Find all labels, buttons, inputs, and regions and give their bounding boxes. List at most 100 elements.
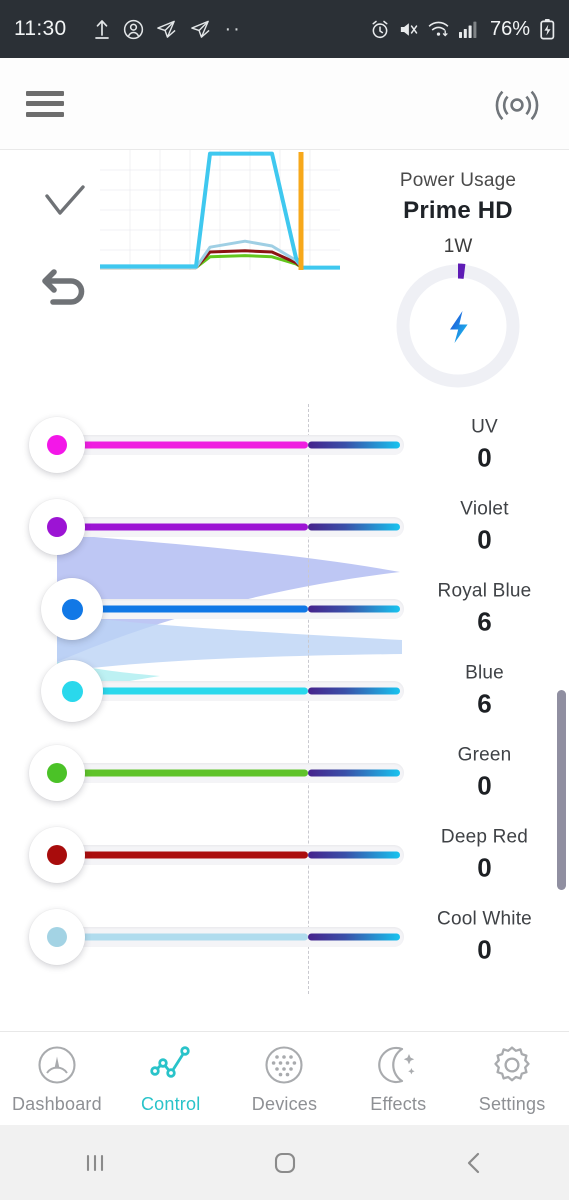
channel-row: UV 0 (0, 404, 569, 486)
home-icon (274, 1152, 295, 1173)
channel-row: Royal Blue 6 (0, 568, 569, 650)
status-bar-left: 11:30 ·· (14, 17, 370, 41)
slider-track-fill (72, 933, 308, 941)
channel-name: Cool White (437, 908, 532, 930)
channel-label-group: Blue 6 (400, 663, 569, 720)
recents-button[interactable] (0, 1148, 190, 1178)
channel-row: Blue 6 (0, 650, 569, 732)
gauge-icon (38, 1045, 76, 1084)
channel-row: Cool White 0 (0, 896, 569, 978)
plane-icon (156, 20, 176, 38)
android-navigation-bar (0, 1125, 569, 1200)
slider-track-schedule-gradient (308, 933, 400, 941)
nav-item-dashboard[interactable]: Dashboard (0, 1043, 114, 1115)
channel-label-group: Royal Blue 6 (400, 581, 569, 638)
gear-icon (494, 1045, 530, 1081)
nav-item-devices[interactable]: Devices (228, 1043, 342, 1115)
devices-dots-icon (265, 1045, 304, 1084)
slider-knob[interactable] (29, 827, 85, 883)
slider-track-fill (87, 687, 308, 695)
channel-value: 0 (477, 934, 492, 965)
slider-track-schedule-gradient (308, 687, 400, 695)
gauge-watt-label: 1W (443, 236, 473, 257)
lightning-bolt-icon (450, 311, 468, 343)
nav-item-settings[interactable]: Settings (455, 1043, 569, 1115)
channel-label-group: Cool White 0 (400, 909, 569, 966)
channel-row: Green 0 (0, 732, 569, 814)
back-icon (468, 1152, 480, 1173)
channel-name: UV (471, 416, 498, 438)
undo-button[interactable] (36, 256, 94, 318)
nav-item-control[interactable]: Control (114, 1043, 228, 1115)
gauge-title: Power Usage (399, 170, 517, 191)
channel-name: Royal Blue (437, 580, 532, 602)
slider-track-schedule-gradient (308, 605, 400, 613)
channel-value: 0 (477, 770, 492, 801)
channel-label-group: UV 0 (400, 417, 569, 474)
schedule-chart[interactable] (100, 150, 340, 270)
line-chart-icon (149, 1045, 190, 1078)
channel-name: Violet (460, 498, 509, 520)
slider-knob[interactable] (29, 745, 85, 801)
channel-row: Violet 0 (0, 486, 569, 568)
slider-knob[interactable] (41, 578, 103, 640)
battery-percent-label: 76% (489, 17, 530, 40)
app-header (0, 58, 569, 150)
channel-sliders: UV 0 Violet 0 Royal Blue 6 Blue 6 Green 0 Deep Red… (0, 404, 569, 1004)
top-section: Power Usage Prime HD 1W (0, 150, 569, 400)
status-bar-clock: 11:30 (14, 17, 67, 40)
slider-knob-dot (47, 435, 67, 455)
slider-knob[interactable] (29, 499, 85, 555)
slider-knob-dot (47, 517, 67, 537)
slider-track-fill (72, 441, 308, 449)
alarm-icon (372, 20, 388, 38)
channel-value: 0 (477, 524, 492, 555)
nav-label-control: Control (140, 1093, 201, 1114)
check-icon (45, 185, 85, 215)
slider-track-schedule-gradient (308, 851, 400, 859)
gauge-ring (395, 263, 521, 389)
channel-label-group: Green 0 (400, 745, 569, 802)
back-button[interactable] (379, 1148, 569, 1178)
vertical-scrollbar[interactable] (557, 690, 566, 890)
confirm-button[interactable] (36, 172, 94, 234)
channel-label-group: Deep Red 0 (400, 827, 569, 884)
slider-knob-dot (47, 763, 67, 783)
chart-actions (36, 172, 96, 318)
slider-knob[interactable] (41, 660, 103, 722)
hamburger-menu-icon[interactable] (26, 90, 64, 117)
bottom-navigation: Dashboard Control Devices Effects Settin… (0, 1031, 569, 1125)
slider-knob-dot (61, 598, 83, 620)
nav-label-dashboard: Dashboard (11, 1093, 102, 1114)
slider-track-fill (72, 769, 308, 777)
system-status-bar: 11:30 ·· 76% (0, 0, 569, 58)
plane-icon (190, 20, 210, 38)
slider-track-fill (72, 523, 308, 531)
moon-stars-icon (378, 1046, 415, 1083)
nav-item-effects[interactable]: Effects (341, 1043, 455, 1115)
slider-track-schedule-gradient (308, 441, 400, 449)
mute-vibrate-icon (400, 22, 418, 36)
nav-label-effects: Effects (370, 1093, 427, 1114)
slider-track-schedule-gradient (308, 769, 400, 777)
main-content: Power Usage Prime HD 1W UV 0 Violet 0 Ro… (0, 150, 569, 1031)
nav-label-settings: Settings (478, 1093, 546, 1114)
home-button[interactable] (190, 1147, 380, 1179)
cellular-signal-icon (458, 21, 477, 38)
channel-value: 0 (477, 442, 492, 473)
account-icon (123, 19, 143, 39)
wifi-icon (428, 21, 449, 37)
undo-icon (42, 269, 85, 305)
app-screen: 11:30 ·· 76% Power Usage Prime HD 1W UV … (0, 0, 569, 1200)
status-bar-right: 76% (370, 18, 555, 41)
slider-knob-dot (47, 927, 67, 947)
slider-track-fill (72, 851, 308, 859)
slider-knob-dot (47, 845, 67, 865)
channel-name: Green (457, 744, 512, 766)
slider-knob-dot (61, 680, 83, 702)
channel-value: 6 (477, 688, 492, 719)
channel-row: Deep Red 0 (0, 814, 569, 896)
slider-knob[interactable] (29, 909, 85, 965)
broadcast-icon[interactable] (491, 78, 543, 130)
slider-knob[interactable] (29, 417, 85, 473)
